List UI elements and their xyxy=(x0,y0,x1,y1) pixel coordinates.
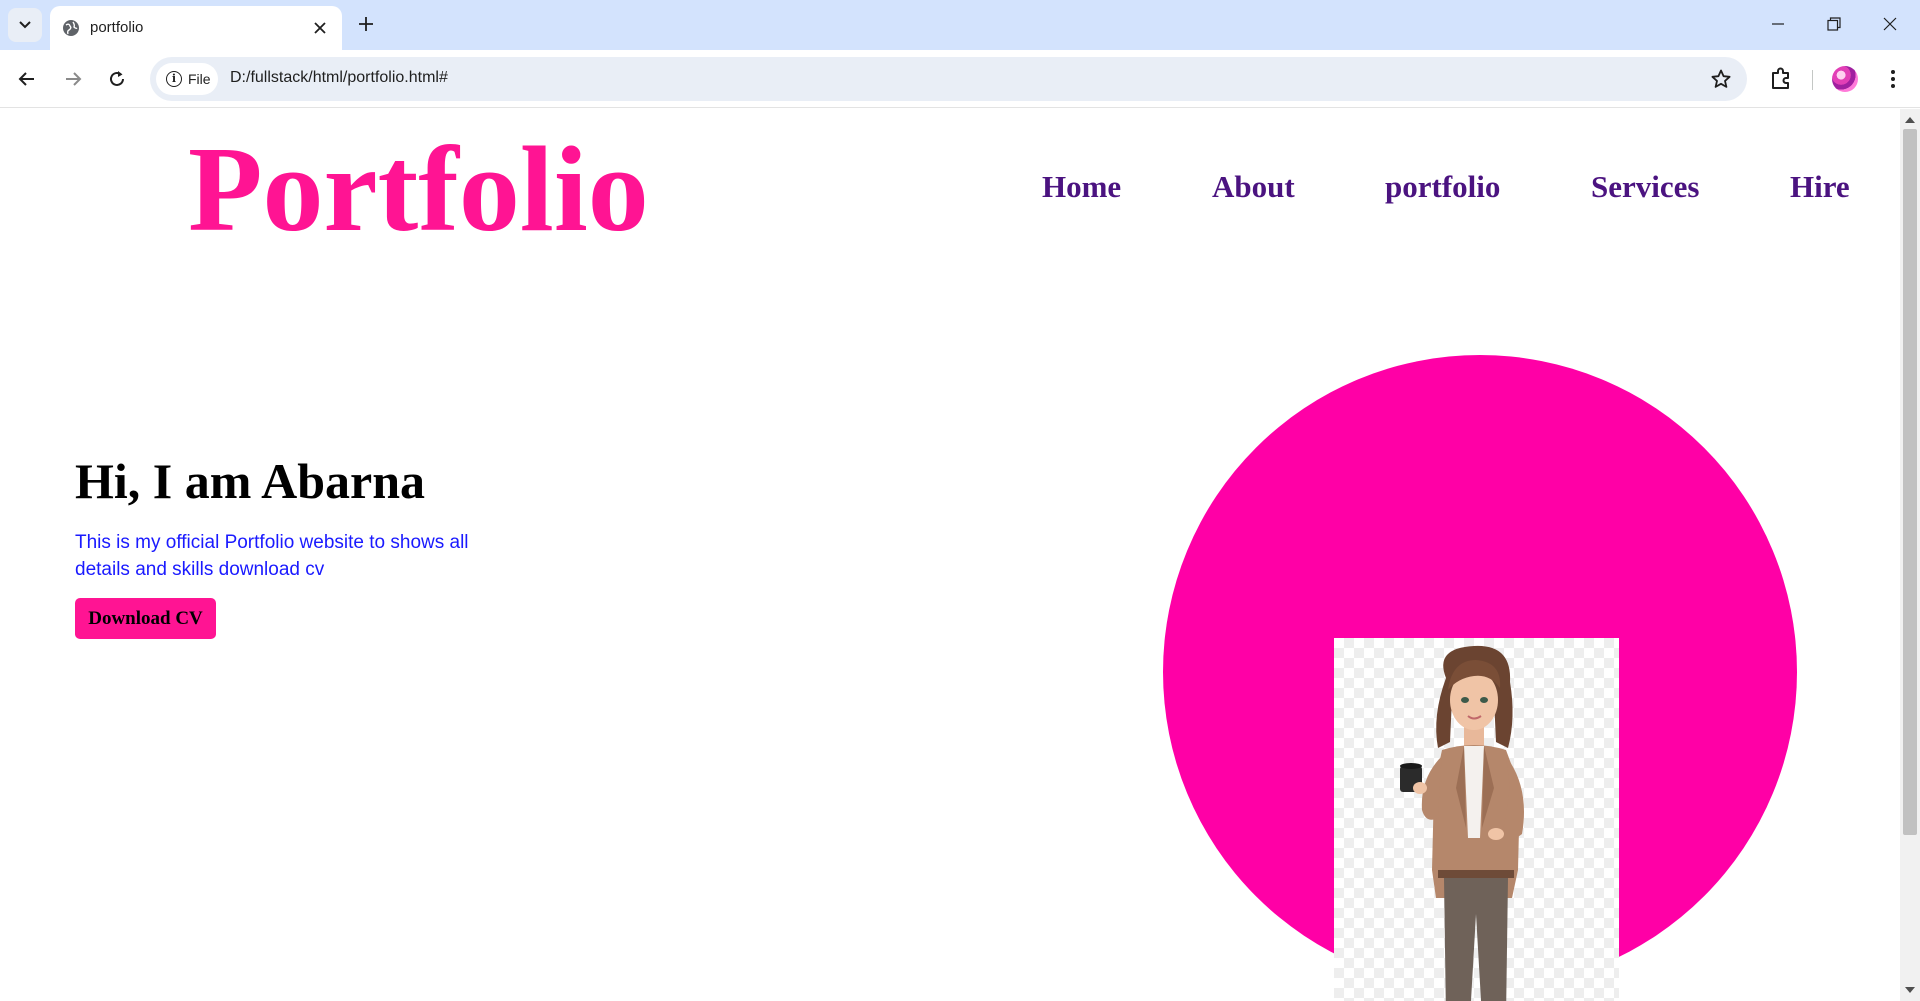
minimize-button[interactable] xyxy=(1758,6,1798,42)
site-info-chip[interactable]: i File xyxy=(156,63,218,95)
plus-icon xyxy=(359,17,373,31)
close-icon xyxy=(1883,17,1897,31)
site-chip-label: File xyxy=(188,71,211,87)
nav-link-home[interactable]: Home xyxy=(1042,169,1121,205)
profile-avatar[interactable] xyxy=(1832,66,1858,92)
back-button[interactable] xyxy=(10,62,44,96)
more-vertical-icon xyxy=(1891,70,1895,88)
info-icon: i xyxy=(166,71,182,87)
hero-description: This is my official Portfolio website to… xyxy=(75,532,469,580)
reload-icon xyxy=(110,71,124,86)
scrollbar-thumb[interactable] xyxy=(1903,129,1917,835)
arrow-left-icon xyxy=(18,72,34,86)
tab-search-button[interactable] xyxy=(8,8,42,42)
browser-menu-button[interactable] xyxy=(1876,62,1910,96)
new-tab-button[interactable] xyxy=(352,10,380,38)
site-logo: Portfolio xyxy=(188,122,649,257)
tab-strip: portfolio xyxy=(0,0,1920,50)
toolbar-divider xyxy=(1812,70,1813,90)
tab-close-button[interactable] xyxy=(308,16,332,40)
close-icon xyxy=(314,22,326,34)
scroll-up-arrow[interactable] xyxy=(1905,117,1915,123)
page-scrollbar[interactable] xyxy=(1900,109,1920,1001)
puzzle-icon[interactable] xyxy=(1764,62,1798,96)
star-icon xyxy=(1711,69,1731,88)
page-viewport: Portfolio Home About portfolio Services … xyxy=(0,109,1900,1001)
browser-toolbar: i File D:/fullstack/html/portfolio.html# xyxy=(0,50,1920,108)
restore-button[interactable] xyxy=(1814,6,1854,42)
chevron-down-icon xyxy=(19,21,31,29)
profile-image xyxy=(1334,638,1619,1001)
hero-heading: Hi, I am Abarna xyxy=(75,453,426,509)
reload-button[interactable] xyxy=(100,62,134,96)
forward-button[interactable] xyxy=(56,62,90,96)
download-cv-button[interactable]: Download CV xyxy=(75,598,216,639)
nav-link-services[interactable]: Services xyxy=(1591,169,1699,205)
globe-icon xyxy=(63,20,79,36)
tab-title: portfolio xyxy=(90,19,144,36)
scroll-down-arrow[interactable] xyxy=(1905,987,1915,993)
url-text[interactable]: D:/fullstack/html/portfolio.html# xyxy=(230,69,448,87)
arrow-right-icon xyxy=(66,72,82,86)
window-close-button[interactable] xyxy=(1870,6,1910,42)
bookmark-button[interactable] xyxy=(1707,65,1735,93)
nav-link-hire[interactable]: Hire xyxy=(1790,169,1850,205)
address-bar[interactable]: i File D:/fullstack/html/portfolio.html# xyxy=(150,57,1747,101)
browser-tab[interactable]: portfolio xyxy=(50,6,342,50)
minimize-icon xyxy=(1772,23,1784,25)
nav-link-about[interactable]: About xyxy=(1212,169,1295,205)
character-illustration xyxy=(1400,645,1524,1001)
nav-link-portfolio[interactable]: portfolio xyxy=(1385,169,1500,205)
restore-icon xyxy=(1827,17,1841,31)
